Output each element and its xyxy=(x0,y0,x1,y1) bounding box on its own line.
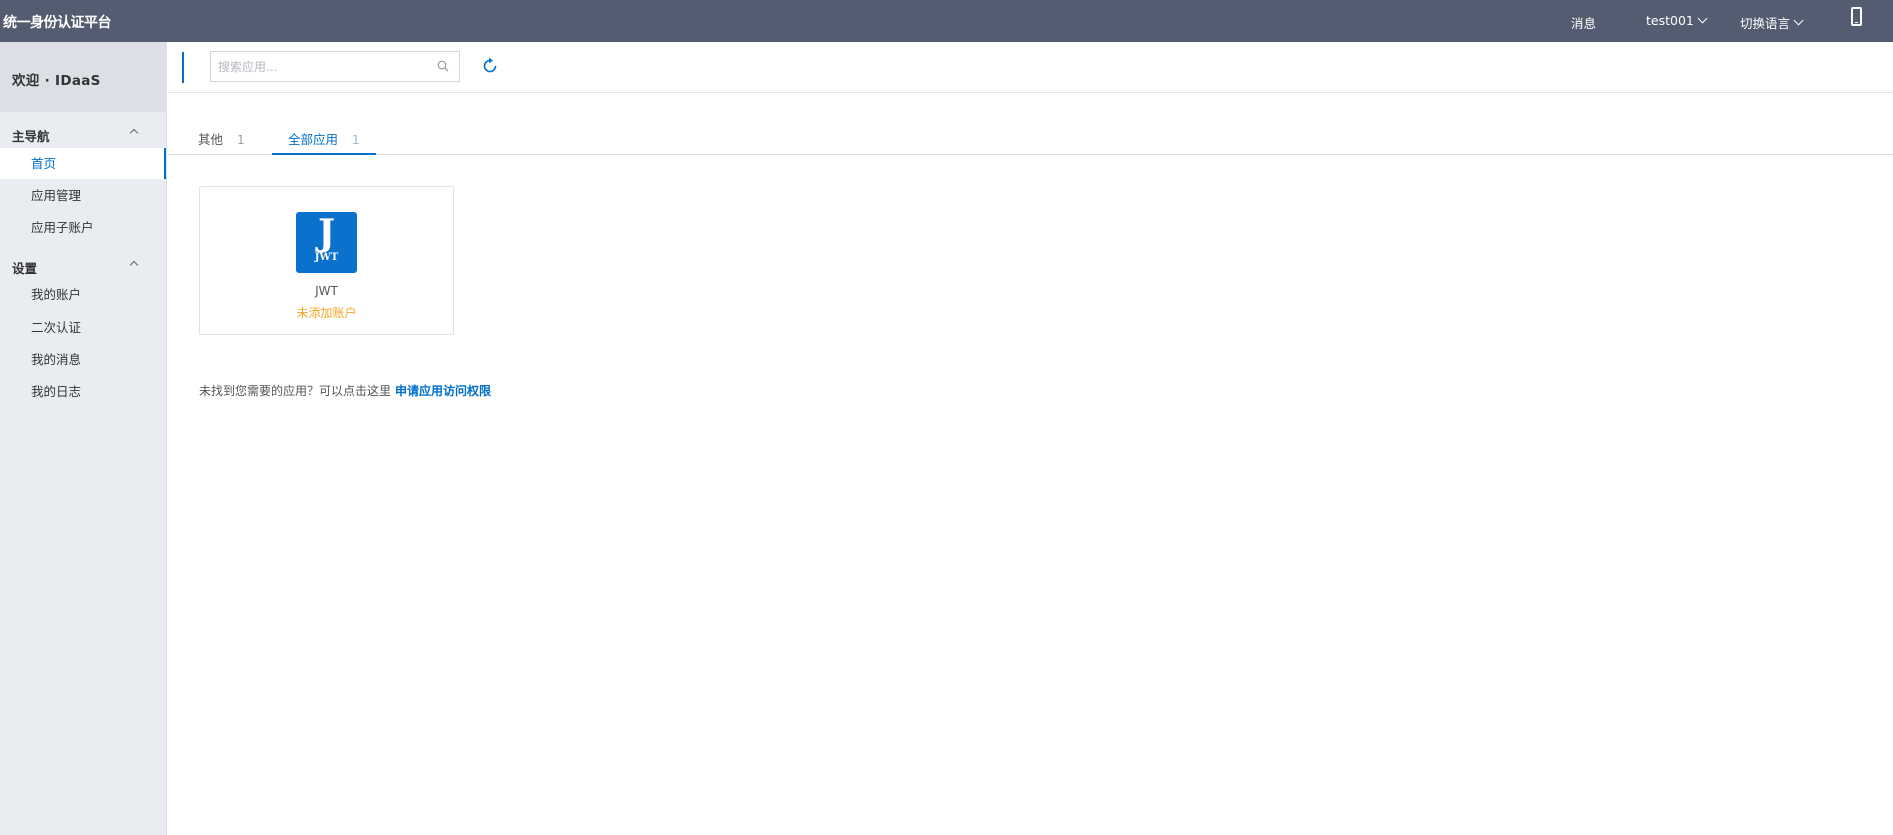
logo-letter: J xyxy=(317,212,336,254)
tab-all-apps[interactable]: 全部应用 1 xyxy=(272,129,376,155)
chevron-up-icon xyxy=(129,128,139,138)
tab-count: 1 xyxy=(352,133,360,147)
refresh-icon[interactable] xyxy=(480,56,500,76)
app-status: 未添加账户 xyxy=(296,306,357,320)
logo-text: JWT xyxy=(314,252,339,263)
sidebar-item-home[interactable]: 首页 xyxy=(0,148,166,179)
app-card[interactable]: J JWT JWT 未添加账户 xyxy=(199,186,454,335)
user-menu[interactable]: test001 xyxy=(1646,13,1708,28)
top-bar: 统一身份认证平台 消息 test001 切换语言 xyxy=(0,0,1893,42)
chevron-up-icon xyxy=(129,260,139,270)
tab-label: 全部应用 xyxy=(288,132,339,147)
app-name: JWT xyxy=(315,284,338,298)
brand-title: 统一身份认证平台 xyxy=(3,15,112,31)
sidebar-item-two-factor[interactable]: 二次认证 xyxy=(0,312,166,343)
sidebar-item-my-logs[interactable]: 我的日志 xyxy=(0,376,166,407)
sidebar-item-label: 我的日志 xyxy=(31,384,82,399)
sidebar-item-label: 我的账户 xyxy=(31,287,82,302)
phone-icon[interactable] xyxy=(1851,7,1862,26)
hint-text: 未找到您需要的应用？可以点击这里 xyxy=(199,384,392,398)
search-icon[interactable] xyxy=(437,60,449,72)
toolbar-divider xyxy=(182,52,184,83)
nav-group-label: 设置 xyxy=(12,261,38,276)
search-input[interactable] xyxy=(211,52,421,81)
sidebar: 欢迎 · IDaaS 主导航 首页 应用管理 应用子账户 设置 我的账户 二次认… xyxy=(0,42,167,835)
sidebar-item-label: 首页 xyxy=(31,156,57,171)
tab-other[interactable]: 其他 1 xyxy=(194,129,249,155)
not-found-hint: 未找到您需要的应用？可以点击这里 申请应用访问权限 xyxy=(199,382,491,399)
chevron-down-icon xyxy=(1793,15,1804,26)
sidebar-item-my-account[interactable]: 我的账户 xyxy=(0,279,166,310)
messages-label: 消息 xyxy=(1571,16,1597,31)
jwt-logo-icon: J JWT xyxy=(296,212,357,273)
sidebar-item-app-management[interactable]: 应用管理 xyxy=(0,180,166,211)
nav-group-settings[interactable]: 设置 xyxy=(12,258,139,277)
sidebar-item-label: 应用子账户 xyxy=(31,220,94,235)
app-category-tabs: 其他 1 全部应用 1 xyxy=(168,125,1893,155)
sidebar-item-label: 应用管理 xyxy=(31,188,82,203)
request-access-link[interactable]: 申请应用访问权限 xyxy=(395,384,491,398)
sidebar-item-label: 二次认证 xyxy=(31,320,82,335)
user-name: test001 xyxy=(1646,13,1694,28)
tab-label: 其他 xyxy=(198,132,224,147)
language-label: 切换语言 xyxy=(1740,16,1791,31)
sidebar-item-my-messages[interactable]: 我的消息 xyxy=(0,344,166,375)
messages-link[interactable]: 消息 xyxy=(1571,13,1596,32)
nav-group-label: 主导航 xyxy=(12,129,50,144)
language-menu[interactable]: 切换语言 xyxy=(1740,13,1804,32)
tab-count: 1 xyxy=(237,133,245,147)
chevron-down-icon xyxy=(1697,13,1708,24)
toolbar xyxy=(168,42,1893,93)
sidebar-item-label: 我的消息 xyxy=(31,352,82,367)
welcome-text: 欢迎 · IDaaS xyxy=(0,42,166,112)
search-box[interactable] xyxy=(210,51,460,82)
nav-group-main[interactable]: 主导航 xyxy=(12,126,139,145)
sidebar-item-app-sub-accounts[interactable]: 应用子账户 xyxy=(0,212,166,243)
